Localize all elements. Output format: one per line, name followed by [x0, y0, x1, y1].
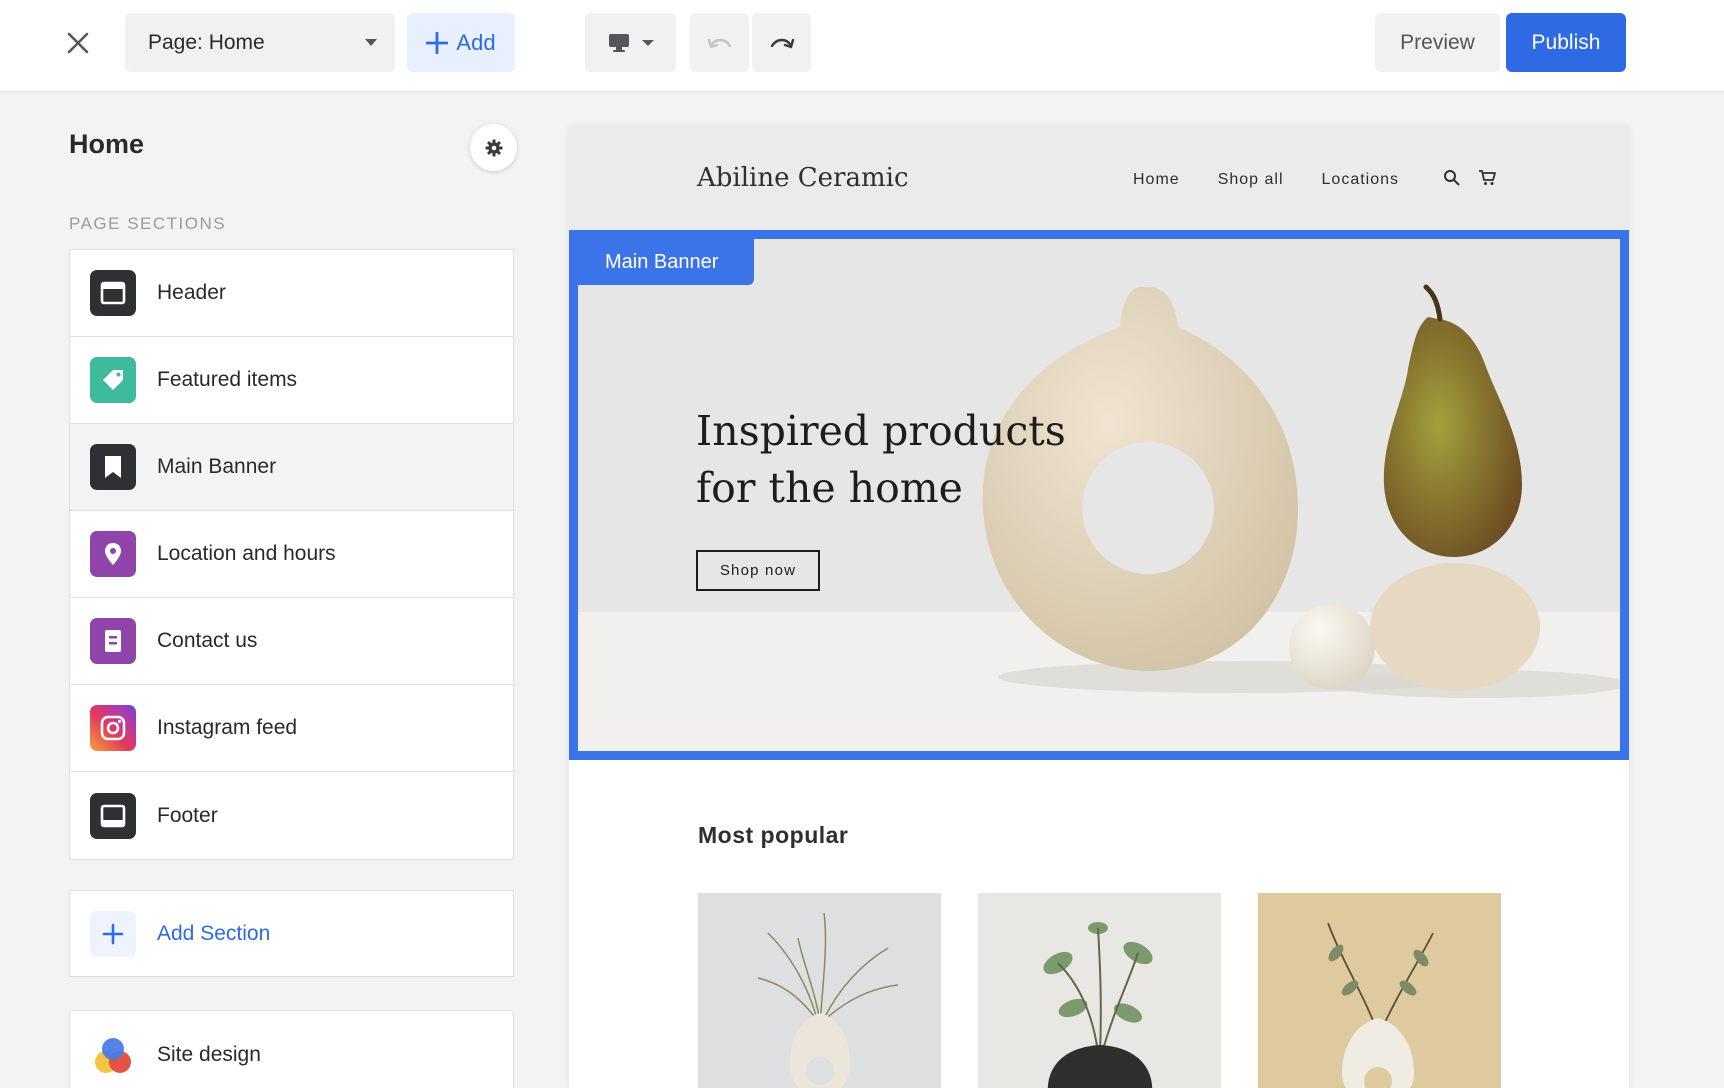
add-section-button[interactable]: Add Section — [69, 890, 514, 977]
cart-icon[interactable] — [1478, 169, 1497, 191]
page-title: Home — [69, 129, 145, 159]
search-icon[interactable] — [1443, 169, 1460, 191]
site-design-button[interactable]: Site design — [69, 1010, 514, 1088]
close-icon — [67, 32, 89, 54]
site-brand-logo[interactable]: Abiline Ceramic — [697, 163, 909, 193]
site-nav-home[interactable]: Home — [1133, 171, 1180, 189]
product-image — [757, 912, 899, 1088]
product-image — [1327, 922, 1434, 1088]
tag-icon — [90, 357, 136, 403]
main-banner-section[interactable]: Main Banner Inspired products for the ho… — [569, 230, 1629, 760]
site-nav-shop-all[interactable]: Shop all — [1218, 171, 1284, 189]
page-selector-dropdown[interactable]: Page: Home — [125, 13, 395, 72]
sections-sidebar: Home PAGE SECTIONS Header Featured items… — [0, 91, 540, 1088]
editor-toolbar: Page: Home Add Preview Publish — [0, 0, 1724, 91]
product-card[interactable] — [978, 893, 1221, 1088]
shop-now-button[interactable]: Shop now — [696, 550, 820, 591]
section-item-label: Instagram feed — [157, 716, 298, 739]
section-item-featured-items[interactable]: Featured items — [70, 337, 513, 424]
hero-heading-line-2: for the home — [696, 464, 963, 512]
page-sections-list: Header Featured items Main Banner Locati… — [69, 249, 514, 860]
site-nav-locations[interactable]: Locations — [1322, 171, 1400, 189]
product-card[interactable] — [698, 893, 941, 1088]
contact-card-icon — [90, 618, 136, 664]
plus-icon — [426, 31, 449, 54]
page-selector-value: Page: Home — [148, 30, 265, 54]
product-image — [1043, 922, 1153, 1088]
close-button[interactable] — [62, 27, 94, 59]
chevron-down-icon — [641, 39, 654, 46]
instagram-icon — [90, 705, 136, 751]
section-item-header[interactable]: Header — [70, 250, 513, 337]
site-header-section[interactable]: Abiline Ceramic Home Shop all Locations — [569, 125, 1629, 230]
map-pin-icon — [90, 531, 136, 577]
product-card[interactable] — [1258, 893, 1501, 1088]
section-item-label: Main Banner — [157, 455, 277, 478]
section-item-footer[interactable]: Footer — [70, 772, 513, 859]
page-sections-heading: PAGE SECTIONS — [69, 214, 227, 233]
add-button[interactable]: Add — [407, 13, 515, 72]
add-button-label: Add — [456, 29, 496, 55]
section-item-label: Contact us — [157, 629, 258, 652]
site-header-icons — [1443, 169, 1497, 191]
site-design-label: Site design — [157, 1043, 261, 1066]
section-item-instagram-feed[interactable]: Instagram feed — [70, 685, 513, 772]
site-preview-canvas: Abiline Ceramic Home Shop all Locations — [569, 125, 1629, 1088]
redo-button[interactable] — [752, 13, 811, 72]
add-section-label: Add Section — [157, 921, 271, 945]
site-nav: Home Shop all Locations — [1133, 171, 1399, 189]
undo-button[interactable] — [690, 13, 749, 72]
section-item-label: Header — [157, 281, 226, 304]
most-popular-heading[interactable]: Most popular — [698, 822, 848, 849]
section-item-contact-us[interactable]: Contact us — [70, 598, 513, 685]
undo-icon — [707, 38, 731, 48]
section-item-main-banner[interactable]: Main Banner — [70, 424, 513, 511]
device-view-dropdown[interactable] — [585, 13, 676, 72]
section-item-label: Location and hours — [157, 542, 336, 565]
section-item-label: Footer — [157, 803, 218, 827]
section-item-location-and-hours[interactable]: Location and hours — [70, 511, 513, 598]
chevron-down-icon — [365, 39, 377, 46]
publish-button[interactable]: Publish — [1506, 13, 1626, 72]
page-settings-button[interactable] — [470, 124, 517, 171]
preview-button[interactable]: Preview — [1375, 13, 1500, 72]
header-layout-icon — [90, 270, 136, 316]
redo-icon — [770, 38, 794, 48]
bookmark-icon — [90, 444, 136, 490]
footer-layout-icon — [90, 792, 136, 839]
hero-heading[interactable]: Inspired products for the home — [696, 403, 1076, 517]
site-design-palette-icon — [90, 1032, 136, 1078]
section-item-label: Featured items — [157, 368, 298, 391]
gear-icon — [485, 139, 502, 156]
desktop-monitor-icon — [608, 33, 629, 52]
selected-section-tag[interactable]: Main Banner — [578, 239, 755, 285]
plus-icon — [90, 910, 136, 957]
hero-heading-line-1: Inspired products — [696, 407, 1066, 455]
